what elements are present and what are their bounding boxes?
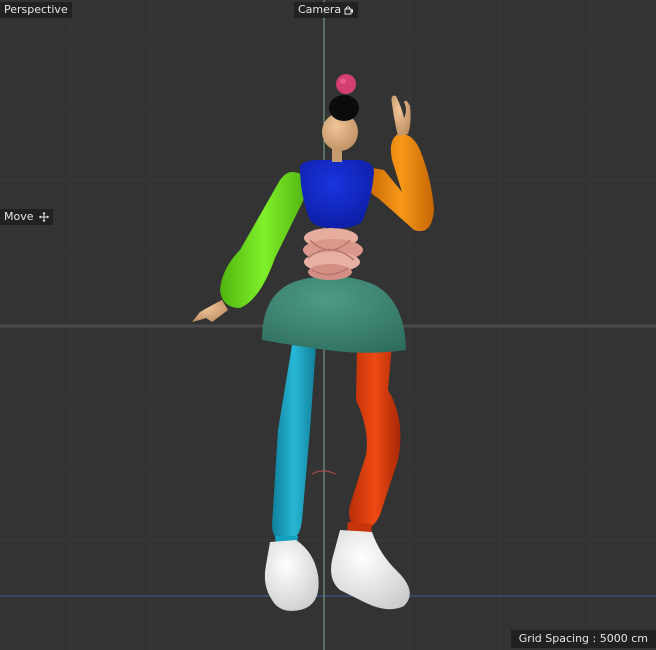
camera-label-text: Camera (298, 3, 342, 16)
hair-bun (336, 74, 356, 94)
waist-coils (303, 228, 363, 280)
right-shoe (331, 530, 410, 610)
camera-label[interactable]: Camera (294, 2, 359, 18)
move-icon (38, 211, 49, 222)
3d-viewport[interactable]: Perspective Camera Move Grid Spacing : 5… (0, 0, 656, 650)
active-tool-label[interactable]: Move (0, 209, 53, 225)
view-name-label[interactable]: Perspective (0, 2, 72, 18)
skirt (262, 276, 406, 353)
right-leg (347, 345, 401, 536)
grid-spacing-label: Grid Spacing : 5000 cm (510, 630, 656, 648)
left-shoe (264, 540, 319, 611)
character-model[interactable] (0, 0, 656, 650)
camera-lock-icon[interactable] (344, 5, 354, 15)
active-tool-text: Move (4, 210, 34, 223)
left-leg (272, 345, 316, 548)
right-arm (368, 95, 434, 232)
torso (300, 160, 374, 229)
hair (329, 95, 359, 121)
